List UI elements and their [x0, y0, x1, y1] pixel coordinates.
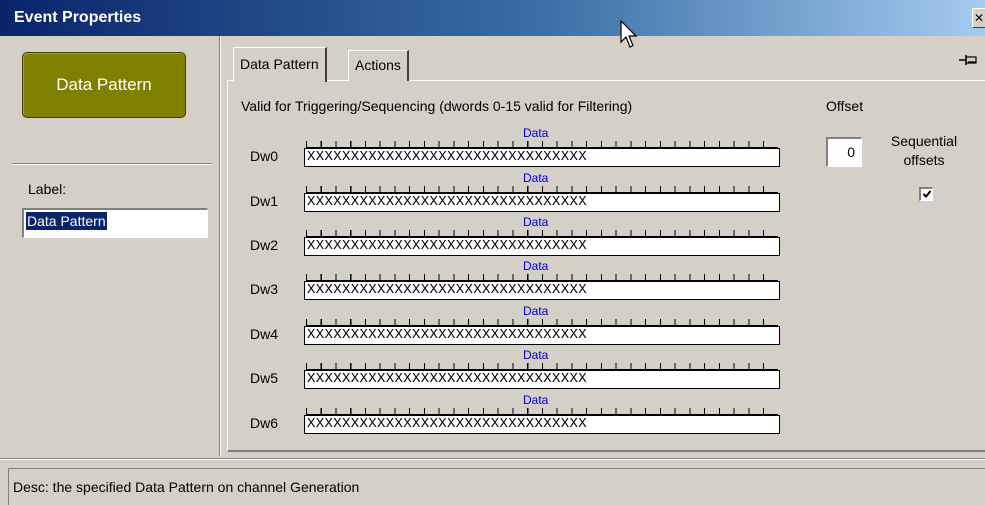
data-pattern-button-label: Data Pattern — [56, 75, 152, 94]
left-panel-divider — [219, 36, 221, 456]
bit-ruler — [306, 408, 778, 415]
dword-row-6: Data Dw6 XXXXXXXXXXXXXXXXXXXXXXXXXXXXXXX… — [250, 393, 790, 440]
pin-icon[interactable] — [958, 52, 980, 68]
dword-row-5: Data Dw5 XXXXXXXXXXXXXXXXXXXXXXXXXXXXXXX… — [250, 348, 790, 395]
dword-data-label: Data — [523, 215, 549, 229]
bit-ruler — [306, 363, 778, 370]
tab-actions[interactable]: Actions — [348, 50, 409, 81]
sequential-label-line2: offsets — [903, 152, 945, 168]
dword-data-label: Data — [523, 126, 549, 140]
close-button[interactable]: ✕ — [972, 8, 985, 28]
valid-for-text: Valid for Triggering/Sequencing (dwords … — [241, 98, 633, 114]
bit-ruler — [306, 319, 778, 326]
dword-label: Dw6 — [250, 415, 279, 431]
dword-pattern-field[interactable]: XXXXXXXXXXXXXXXXXXXXXXXXXXXXXXXX — [304, 193, 780, 212]
dword-pattern-field[interactable]: XXXXXXXXXXXXXXXXXXXXXXXXXXXXXXXX — [304, 370, 780, 389]
dword-label: Dw0 — [250, 148, 279, 164]
dword-pattern-field[interactable]: XXXXXXXXXXXXXXXXXXXXXXXXXXXXXXXX — [304, 415, 780, 434]
dword-data-label: Data — [523, 393, 549, 407]
bit-ruler — [306, 186, 778, 193]
offset-input[interactable]: 0 — [826, 137, 862, 167]
dword-row-2: Data Dw2 XXXXXXXXXXXXXXXXXXXXXXXXXXXXXXX… — [250, 215, 790, 262]
description-text: Desc: the specified Data Pattern on chan… — [13, 479, 360, 495]
dword-label: Dw1 — [250, 193, 279, 209]
bit-ruler — [306, 230, 778, 237]
dword-data-label: Data — [523, 259, 549, 273]
mouse-cursor-icon — [620, 20, 638, 48]
dword-data-label: Data — [523, 304, 549, 318]
tab-data-pattern[interactable]: Data Pattern — [233, 47, 327, 82]
dword-label: Dw5 — [250, 370, 279, 386]
dword-row-4: Data Dw4 XXXXXXXXXXXXXXXXXXXXXXXXXXXXXXX… — [250, 304, 790, 351]
dword-data-label: Data — [523, 171, 549, 185]
dword-pattern-field[interactable]: XXXXXXXXXXXXXXXXXXXXXXXXXXXXXXXX — [304, 148, 780, 167]
dword-label: Dw2 — [250, 237, 279, 253]
bit-ruler — [306, 141, 778, 148]
label-input[interactable]: Data Pattern — [22, 208, 208, 238]
description-status-bar: Desc: the specified Data Pattern on chan… — [8, 468, 985, 505]
status-separator — [0, 458, 985, 460]
tab-data-pattern-label: Data Pattern — [240, 56, 319, 72]
title-bar: Event Properties ✕ — [0, 0, 985, 36]
tab-actions-label: Actions — [355, 57, 401, 73]
close-icon: ✕ — [973, 11, 985, 25]
sequential-offsets-label: Sequential offsets — [884, 132, 964, 170]
offset-value: 0 — [847, 144, 855, 160]
dword-pattern-field[interactable]: XXXXXXXXXXXXXXXXXXXXXXXXXXXXXXXX — [304, 326, 780, 345]
sidebar-separator — [12, 163, 212, 165]
dword-row-0: Data Dw0 XXXXXXXXXXXXXXXXXXXXXXXXXXXXXXX… — [250, 126, 790, 173]
dword-label: Dw4 — [250, 326, 279, 342]
dword-pattern-field[interactable]: XXXXXXXXXXXXXXXXXXXXXXXXXXXXXXXX — [304, 281, 780, 300]
offset-label: Offset — [826, 98, 864, 114]
bit-ruler — [306, 274, 778, 281]
sequential-label-line1: Sequential — [890, 133, 958, 149]
data-pattern-button[interactable]: Data Pattern — [22, 52, 186, 118]
dword-row-3: Data Dw3 XXXXXXXXXXXXXXXXXXXXXXXXXXXXXXX… — [250, 259, 790, 306]
label-input-value: Data Pattern — [26, 212, 107, 230]
label-caption: Label: — [28, 181, 67, 197]
dword-pattern-field[interactable]: XXXXXXXXXXXXXXXXXXXXXXXXXXXXXXXX — [304, 237, 780, 256]
window-title: Event Properties — [14, 9, 142, 26]
dword-row-1: Data Dw1 XXXXXXXXXXXXXXXXXXXXXXXXXXXXXXX… — [250, 171, 790, 218]
dword-label: Dw3 — [250, 281, 279, 297]
sequential-offsets-checkbox[interactable] — [919, 187, 933, 201]
check-icon — [922, 190, 931, 198]
dword-data-label: Data — [523, 348, 549, 362]
